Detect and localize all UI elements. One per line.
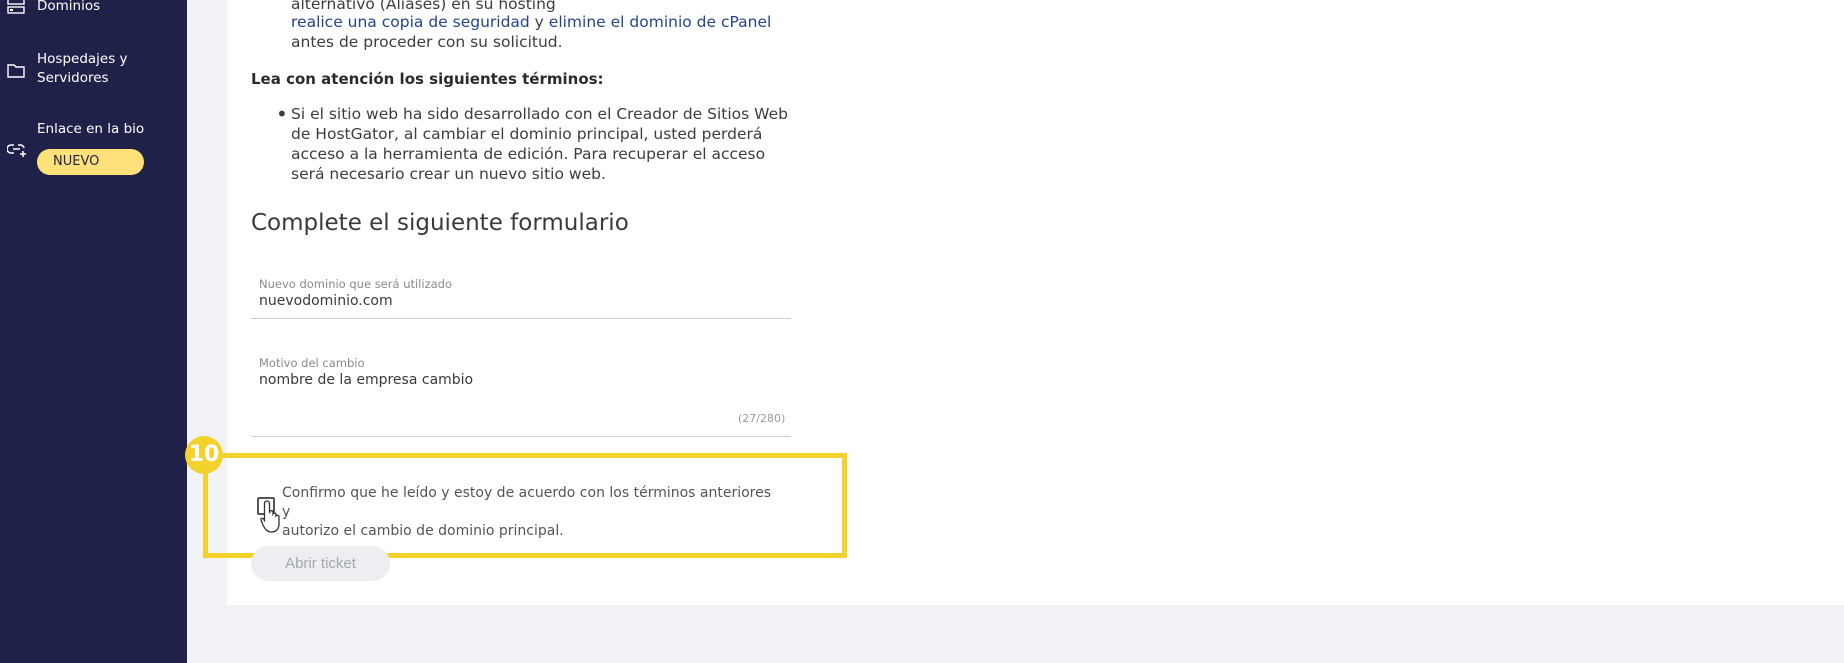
- remove-domain-link[interactable]: elimine el dominio de cPanel: [549, 13, 772, 31]
- server-icon: [7, 0, 25, 14]
- reason-textarea[interactable]: nombre de la empresa cambio: [259, 372, 473, 388]
- bullet-line: será necesario crear un nuevo sitio web.: [291, 165, 606, 183]
- conjunction: y: [529, 13, 549, 31]
- new-badge: NUEVO: [37, 149, 144, 175]
- confirm-label-line-1: Confirmo que he leído y estoy de acuerdo…: [282, 485, 772, 520]
- bullet-line: acceso a la herramienta de edición. Para…: [291, 145, 766, 163]
- intro-links-line: realice una copia de seguridad y elimine…: [291, 12, 771, 32]
- confirm-label-line-2: autorizo el cambio de dominio principal.: [282, 523, 564, 539]
- sidebar-item-label: Hospedajes y: [37, 51, 128, 67]
- open-ticket-button[interactable]: Abrir ticket: [251, 546, 390, 581]
- backup-link[interactable]: realice una copia de seguridad: [291, 13, 530, 31]
- bullet-line: Si el sitio web ha sido desarrollado con…: [291, 105, 788, 123]
- folder-icon: [7, 64, 25, 78]
- form-title: Complete el siguiente formulario: [251, 210, 629, 236]
- reason-field-label: Motivo del cambio: [259, 356, 365, 370]
- terms-heading: Lea con atención los siguientes términos…: [251, 70, 604, 88]
- link-add-icon: [7, 144, 26, 157]
- domain-field-label: Nuevo dominio que será utilizado: [259, 277, 452, 291]
- intro-text-end: antes de proceder con su solicitud.: [291, 33, 563, 51]
- char-counter: (27/280): [738, 412, 786, 425]
- reason-field-underline: [251, 436, 791, 437]
- sidebar-item-label: Enlace en la bio: [37, 121, 145, 137]
- sidebar-item-hospedajes[interactable]: Hospedajes y Servidores: [0, 50, 187, 92]
- confirm-label: Confirmo que he leído y estoy de acuerdo…: [282, 484, 782, 541]
- sidebar-item-dominios[interactable]: Dominios: [0, 0, 187, 22]
- bullet-dot: •: [276, 102, 288, 126]
- domain-input[interactable]: nuevodominio.com: [259, 293, 393, 309]
- domain-field-underline: [251, 318, 791, 319]
- sidebar-item-label-2: Servidores: [37, 70, 109, 86]
- bullet-line: de HostGator, al cambiar el dominio prin…: [291, 125, 763, 143]
- sidebar-item-label: Dominios: [37, 0, 101, 14]
- step-number-badge: 10: [185, 436, 223, 474]
- sidebar: Dominios Hospedajes y Servidores Enlace …: [0, 0, 187, 663]
- hand-cursor-icon: [260, 500, 280, 533]
